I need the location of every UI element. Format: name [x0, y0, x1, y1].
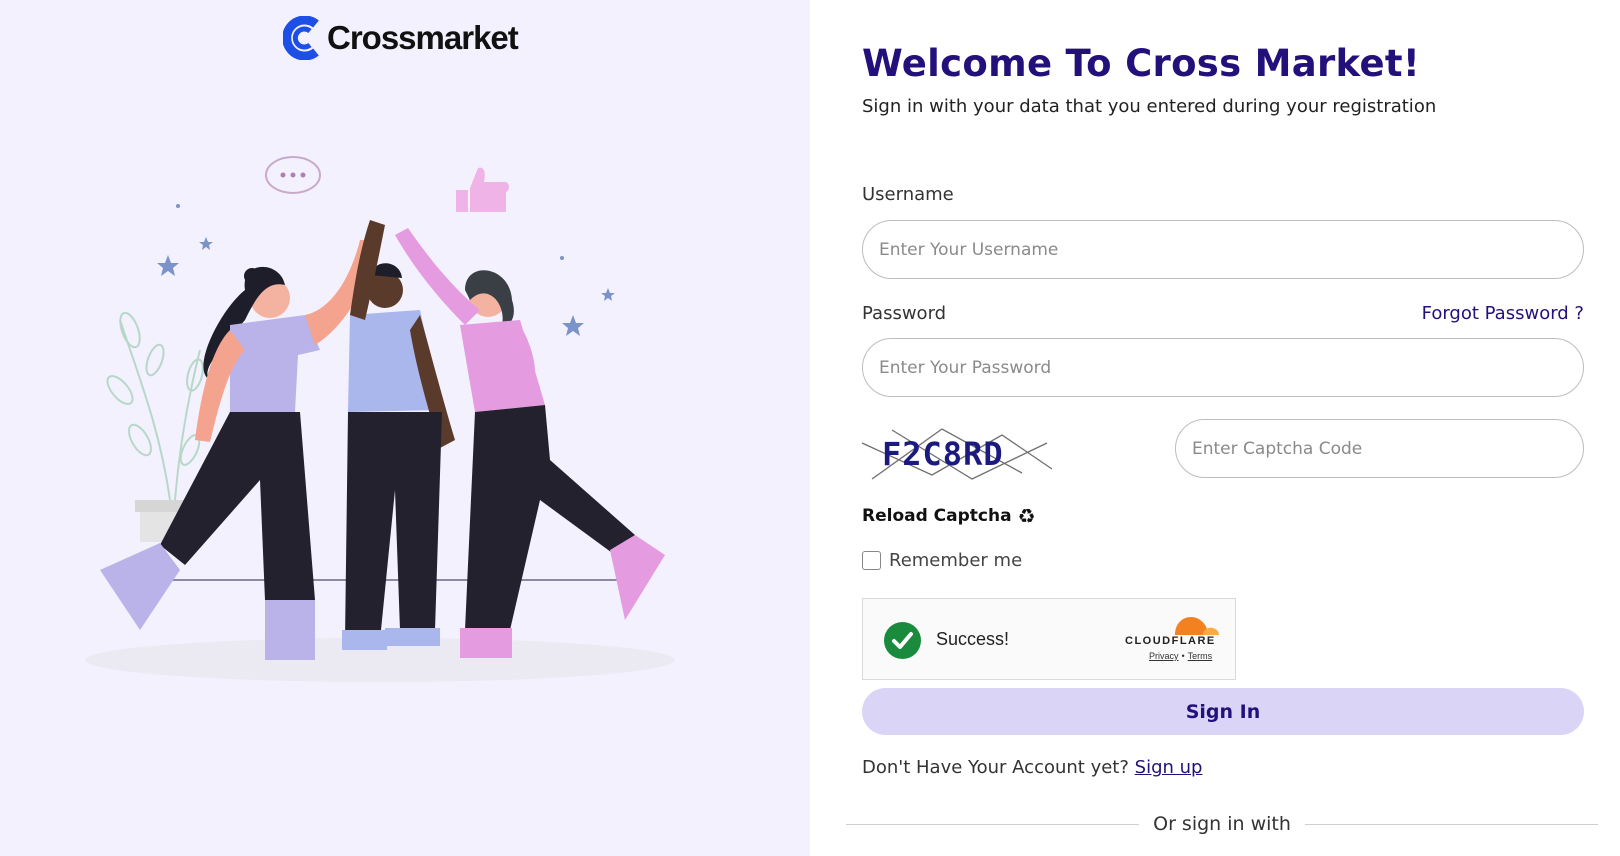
turnstile-status: Success!: [936, 629, 1010, 649]
or-sign-in-with-label: Or sign in with: [1153, 813, 1291, 835]
password-input[interactable]: [862, 338, 1584, 397]
cloudflare-wordmark: CLOUDFLARE: [1125, 635, 1216, 647]
thumbs-up-icon: [456, 167, 509, 212]
cloudflare-terms-link[interactable]: Terms: [1188, 651, 1213, 661]
success-check-icon: [884, 622, 921, 659]
cloudflare-privacy-link[interactable]: Privacy: [1149, 651, 1179, 661]
brand-logo[interactable]: Crossmarket: [283, 16, 519, 60]
username-input[interactable]: [862, 220, 1584, 279]
page-subtitle: Sign in with your data that you entered …: [862, 96, 1437, 117]
recycle-icon: ♻: [1017, 504, 1036, 528]
captcha-image: F2C8RD: [862, 425, 1052, 481]
team-high-five-illustration: [85, 156, 675, 682]
sign-in-button[interactable]: Sign In: [862, 688, 1584, 735]
remember-me-checkbox[interactable]: [862, 551, 881, 570]
remember-me[interactable]: Remember me: [862, 550, 1022, 571]
page-title: Welcome To Cross Market!: [862, 42, 1421, 85]
left-panel: Crossmarket: [0, 0, 810, 856]
password-label: Password: [862, 303, 947, 324]
crossmarket-logo-icon: [283, 16, 319, 60]
reload-captcha-button[interactable]: Reload Captcha ♻: [862, 504, 1036, 528]
divider-line-right: [1304, 823, 1599, 825]
reload-captcha-label: Reload Captcha: [862, 506, 1012, 526]
speech-bubble-icon: [265, 156, 321, 194]
or-sign-in-with-divider: Or sign in with: [846, 812, 1599, 836]
username-label: Username: [862, 184, 954, 205]
forgot-password-link[interactable]: Forgot Password ?: [1422, 303, 1584, 324]
signup-prompt: Don't Have Your Account yet? Sign up: [862, 757, 1202, 778]
brand-name: Crossmarket: [327, 19, 519, 56]
captcha-input[interactable]: [1175, 419, 1584, 478]
cloudflare-links: Privacy • Terms: [1149, 651, 1212, 661]
cloudflare-links-separator: •: [1181, 651, 1185, 661]
login-panel: Welcome To Cross Market! Sign in with yo…: [810, 0, 1620, 856]
divider-line-left: [846, 823, 1140, 825]
signup-link[interactable]: Sign up: [1135, 757, 1203, 778]
remember-me-label: Remember me: [889, 550, 1023, 571]
signup-prompt-text: Don't Have Your Account yet?: [862, 757, 1129, 778]
cloudflare-turnstile-widget[interactable]: Success! CLOUDFLARE Privacy • Terms: [862, 598, 1236, 680]
captcha-code: F2C8RD: [882, 435, 1004, 473]
person-left: [100, 240, 375, 660]
